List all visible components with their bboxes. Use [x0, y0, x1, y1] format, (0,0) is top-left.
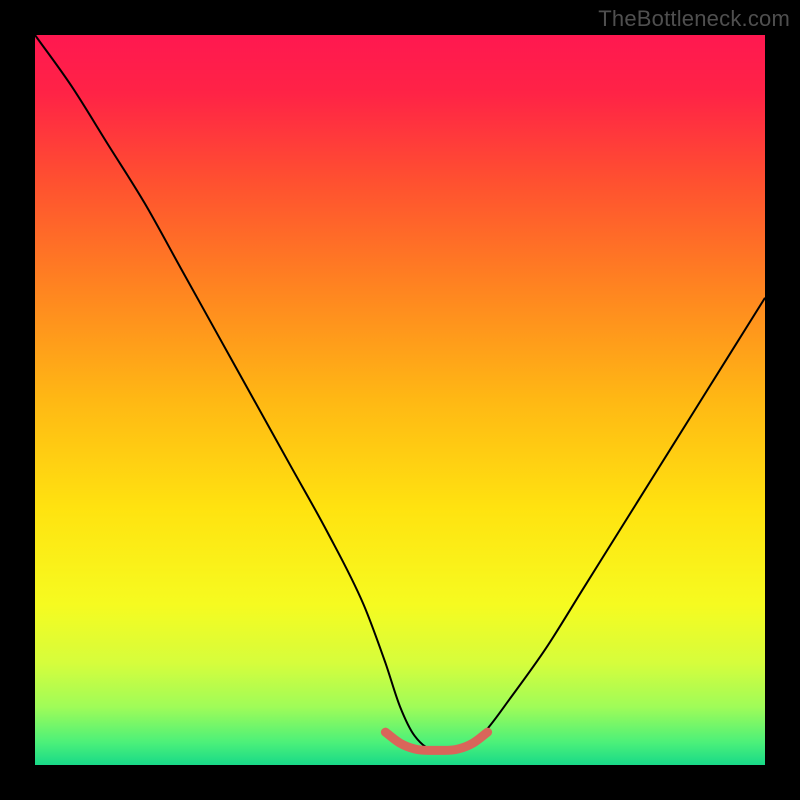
watermark-text: TheBottleneck.com — [598, 6, 790, 32]
bottleneck-chart — [35, 35, 765, 765]
gradient-background — [35, 35, 765, 765]
chart-plot-area — [35, 35, 765, 765]
chart-frame: TheBottleneck.com — [0, 0, 800, 800]
